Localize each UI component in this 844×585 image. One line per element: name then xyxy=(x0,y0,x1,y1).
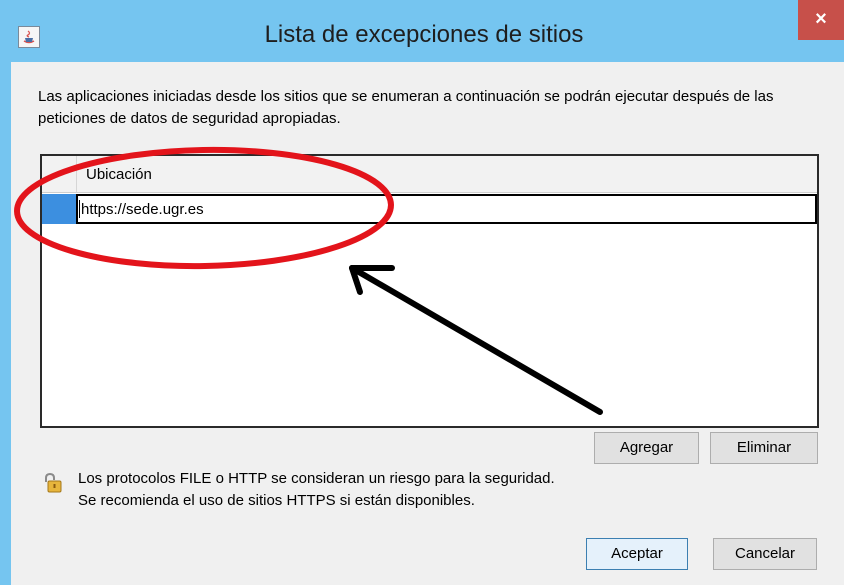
lock-icon xyxy=(42,472,64,494)
dialog-content: Las aplicaciones iniciadas desde los sit… xyxy=(11,62,844,585)
remove-button[interactable]: Eliminar xyxy=(710,432,818,464)
title-bar[interactable]: Lista de excepciones de sitios × xyxy=(0,0,844,62)
warning-line-2: Se recomienda el uso de sitios HTTPS si … xyxy=(78,492,475,509)
text-caret xyxy=(79,200,80,218)
column-header-location[interactable]: Ubicación xyxy=(86,166,152,183)
warning-line-1: Los protocolos FILE o HTTP se consideran… xyxy=(78,470,555,487)
table-header: Ubicación xyxy=(42,156,817,193)
dialog-window: Lista de excepciones de sitios × Las apl… xyxy=(0,0,844,585)
location-value: https://sede.ugr.es xyxy=(81,201,204,218)
description-text: Las aplicaciones iniciadas desde los sit… xyxy=(38,88,774,127)
window-title: Lista de excepciones de sitios xyxy=(264,21,584,48)
table-row[interactable]: https://sede.ugr.es xyxy=(42,194,817,224)
header-gutter xyxy=(42,156,77,192)
add-button[interactable]: Agregar xyxy=(594,432,699,464)
close-button[interactable]: × xyxy=(798,0,844,40)
cancel-button[interactable]: Cancelar xyxy=(713,538,817,570)
ok-button[interactable]: Aceptar xyxy=(586,538,688,570)
exception-sites-table[interactable]: Ubicación https://sede.ugr.es xyxy=(40,154,819,428)
row-selection-indicator[interactable] xyxy=(42,194,76,224)
close-icon: × xyxy=(815,8,827,30)
location-cell-editor[interactable]: https://sede.ugr.es xyxy=(76,194,817,224)
